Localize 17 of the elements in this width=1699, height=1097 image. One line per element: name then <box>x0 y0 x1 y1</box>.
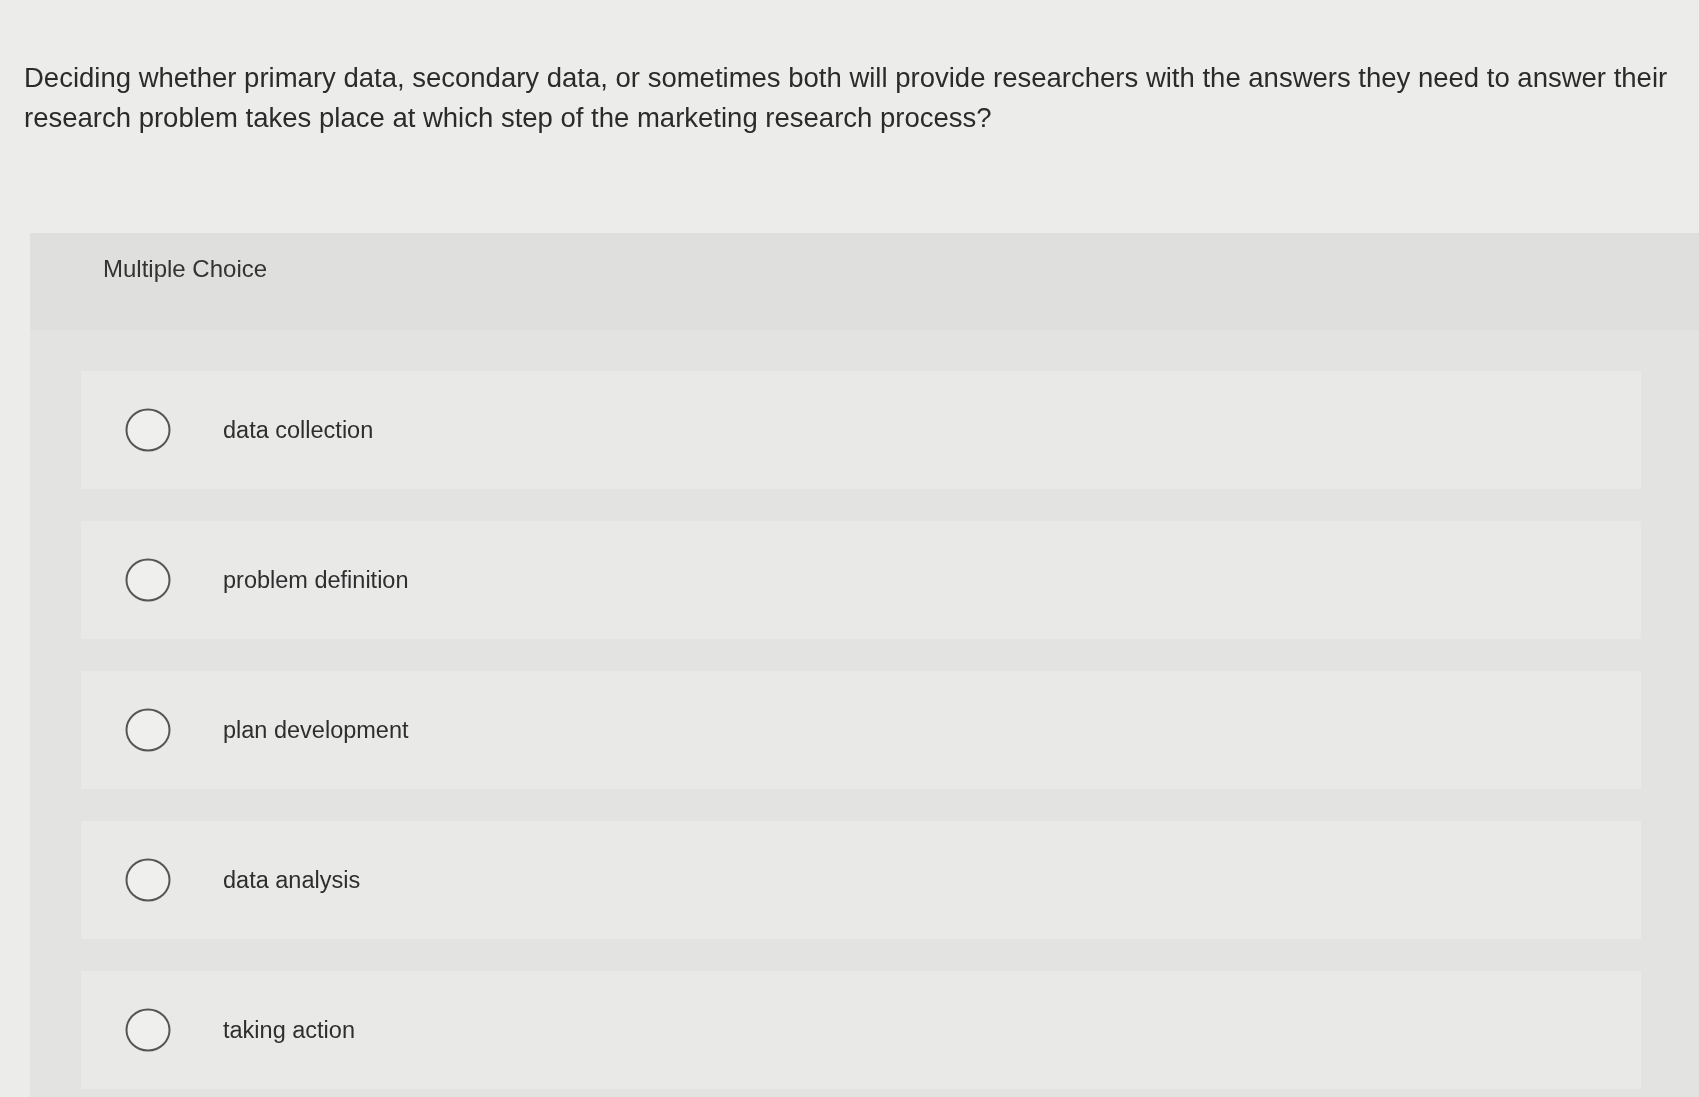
answer-option[interactable]: data analysis <box>81 821 1641 939</box>
option-label: data collection <box>223 416 374 444</box>
option-label: plan development <box>223 716 409 744</box>
panel-title: Multiple Choice <box>103 255 268 283</box>
option-label: problem definition <box>223 566 409 594</box>
answer-option[interactable]: problem definition <box>81 521 1641 639</box>
option-label: data analysis <box>223 866 361 894</box>
radio-button[interactable] <box>125 558 171 602</box>
option-label: taking action <box>223 1016 355 1044</box>
answer-option[interactable]: data collection <box>81 371 1641 489</box>
answer-option[interactable]: plan development <box>81 671 1641 789</box>
question-text: Deciding whether primary data, secondary data, or sometimes both will provide researchers with the answers they need to answer their research problem takes place at which step of the marketing research process? <box>23 61 1669 135</box>
radio-button[interactable] <box>125 858 171 902</box>
radio-button[interactable] <box>125 408 171 452</box>
radio-button[interactable] <box>125 708 171 752</box>
radio-button[interactable] <box>125 1008 171 1052</box>
answer-option[interactable]: taking action <box>81 971 1641 1089</box>
